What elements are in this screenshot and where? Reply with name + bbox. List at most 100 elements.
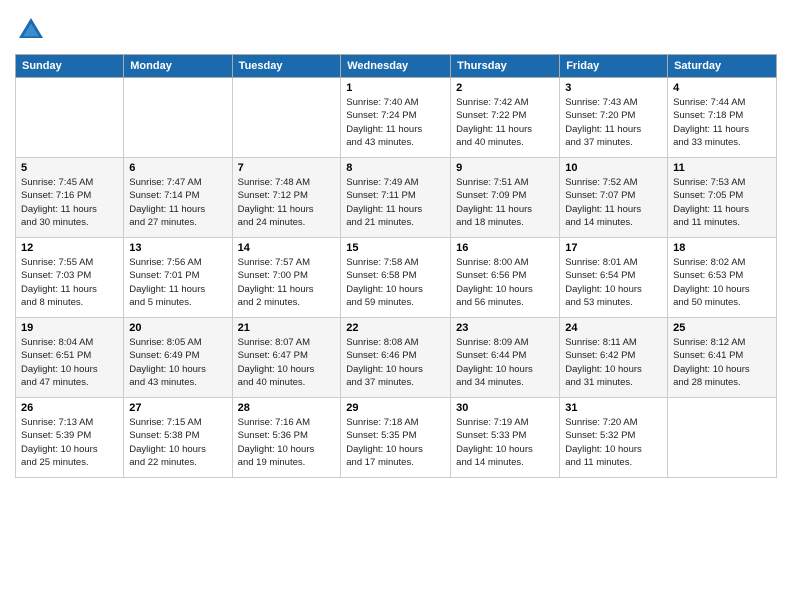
day-number: 28 [238, 402, 336, 414]
day-cell: 16 Sunrise: 8:00 AM Sunset: 6:56 PM Dayli… [451, 238, 560, 318]
day-number: 27 [129, 402, 226, 414]
day-number: 1 [346, 82, 445, 94]
weekday-header-tuesday: Tuesday [232, 55, 341, 78]
calendar-table: SundayMondayTuesdayWednesdayThursdayFrid… [15, 54, 777, 478]
day-info: Sunrise: 7:51 AM Sunset: 7:09 PM Dayligh… [456, 176, 554, 229]
day-number: 18 [673, 242, 771, 254]
day-cell [232, 78, 341, 158]
day-number: 5 [21, 162, 118, 174]
day-info: Sunrise: 7:20 AM Sunset: 5:32 PM Dayligh… [565, 416, 662, 469]
day-number: 3 [565, 82, 662, 94]
day-cell: 14 Sunrise: 7:57 AM Sunset: 7:00 PM Dayli… [232, 238, 341, 318]
day-info: Sunrise: 7:55 AM Sunset: 7:03 PM Dayligh… [21, 256, 118, 309]
day-cell: 5 Sunrise: 7:45 AM Sunset: 7:16 PM Daylig… [16, 158, 124, 238]
day-cell: 15 Sunrise: 7:58 AM Sunset: 6:58 PM Dayli… [341, 238, 451, 318]
day-cell: 20 Sunrise: 8:05 AM Sunset: 6:49 PM Dayli… [124, 318, 232, 398]
page-header [15, 10, 777, 46]
day-number: 12 [21, 242, 118, 254]
day-cell: 25Sunrise: 8:12 AM Sunset: 6:41 PM Dayli… [668, 318, 777, 398]
day-info: Sunrise: 8:05 AM Sunset: 6:49 PM Dayligh… [129, 336, 226, 389]
day-number: 16 [456, 242, 554, 254]
weekday-header-friday: Friday [560, 55, 668, 78]
day-cell: 31 Sunrise: 7:20 AM Sunset: 5:32 PM Dayli… [560, 398, 668, 478]
day-info: Sunrise: 8:07 AM Sunset: 6:47 PM Dayligh… [238, 336, 336, 389]
day-cell: 29Sunrise: 7:18 AM Sunset: 5:35 PM Dayli… [341, 398, 451, 478]
day-info: Sunrise: 7:57 AM Sunset: 7:00 PM Dayligh… [238, 256, 336, 309]
day-cell: 17 Sunrise: 8:01 AM Sunset: 6:54 PM Dayli… [560, 238, 668, 318]
day-info: Sunrise: 7:42 AM Sunset: 7:22 PM Dayligh… [456, 96, 554, 149]
day-cell: 28Sunrise: 7:16 AM Sunset: 5:36 PM Dayli… [232, 398, 341, 478]
day-info: Sunrise: 7:45 AM Sunset: 7:16 PM Dayligh… [21, 176, 118, 229]
day-cell [668, 398, 777, 478]
day-info: Sunrise: 7:48 AM Sunset: 7:12 PM Dayligh… [238, 176, 336, 229]
day-cell [124, 78, 232, 158]
day-number: 15 [346, 242, 445, 254]
logo [15, 14, 51, 46]
weekday-header-monday: Monday [124, 55, 232, 78]
day-number: 9 [456, 162, 554, 174]
day-number: 4 [673, 82, 771, 94]
day-cell: 19 Sunrise: 8:04 AM Sunset: 6:51 PM Dayli… [16, 318, 124, 398]
day-info: Sunrise: 8:08 AM Sunset: 6:46 PM Dayligh… [346, 336, 445, 389]
day-info: Sunrise: 7:49 AM Sunset: 7:11 PM Dayligh… [346, 176, 445, 229]
day-info: Sunrise: 7:44 AM Sunset: 7:18 PM Dayligh… [673, 96, 771, 149]
day-number: 30 [456, 402, 554, 414]
weekday-header-row: SundayMondayTuesdayWednesdayThursdayFrid… [16, 55, 777, 78]
day-cell: 26 Sunrise: 7:13 AM Sunset: 5:39 PM Dayli… [16, 398, 124, 478]
day-cell: 1Sunrise: 7:40 AM Sunset: 7:24 PM Daylig… [341, 78, 451, 158]
logo-icon [15, 14, 47, 46]
week-row-1: 1Sunrise: 7:40 AM Sunset: 7:24 PM Daylig… [16, 78, 777, 158]
day-number: 25 [673, 322, 771, 334]
day-info: Sunrise: 7:13 AM Sunset: 5:39 PM Dayligh… [21, 416, 118, 469]
day-number: 24 [565, 322, 662, 334]
day-cell: 21Sunrise: 8:07 AM Sunset: 6:47 PM Dayli… [232, 318, 341, 398]
day-number: 13 [129, 242, 226, 254]
day-cell: 24Sunrise: 8:11 AM Sunset: 6:42 PM Dayli… [560, 318, 668, 398]
day-cell: 10 Sunrise: 7:52 AM Sunset: 7:07 PM Dayli… [560, 158, 668, 238]
day-number: 10 [565, 162, 662, 174]
day-cell: 13 Sunrise: 7:56 AM Sunset: 7:01 PM Dayli… [124, 238, 232, 318]
day-info: Sunrise: 7:19 AM Sunset: 5:33 PM Dayligh… [456, 416, 554, 469]
day-info: Sunrise: 7:43 AM Sunset: 7:20 PM Dayligh… [565, 96, 662, 149]
week-row-2: 5 Sunrise: 7:45 AM Sunset: 7:16 PM Daylig… [16, 158, 777, 238]
day-cell: 4 Sunrise: 7:44 AM Sunset: 7:18 PM Daylig… [668, 78, 777, 158]
day-info: Sunrise: 8:09 AM Sunset: 6:44 PM Dayligh… [456, 336, 554, 389]
day-info: Sunrise: 7:15 AM Sunset: 5:38 PM Dayligh… [129, 416, 226, 469]
page-container: SundayMondayTuesdayWednesdayThursdayFrid… [0, 0, 792, 488]
day-number: 14 [238, 242, 336, 254]
day-number: 2 [456, 82, 554, 94]
day-cell: 18Sunrise: 8:02 AM Sunset: 6:53 PM Dayli… [668, 238, 777, 318]
day-cell: 27 Sunrise: 7:15 AM Sunset: 5:38 PM Dayli… [124, 398, 232, 478]
day-cell: 23 Sunrise: 8:09 AM Sunset: 6:44 PM Dayli… [451, 318, 560, 398]
week-row-4: 19 Sunrise: 8:04 AM Sunset: 6:51 PM Dayli… [16, 318, 777, 398]
day-info: Sunrise: 8:01 AM Sunset: 6:54 PM Dayligh… [565, 256, 662, 309]
day-number: 20 [129, 322, 226, 334]
day-cell: 11 Sunrise: 7:53 AM Sunset: 7:05 PM Dayli… [668, 158, 777, 238]
day-number: 6 [129, 162, 226, 174]
day-info: Sunrise: 7:58 AM Sunset: 6:58 PM Dayligh… [346, 256, 445, 309]
day-number: 11 [673, 162, 771, 174]
day-number: 23 [456, 322, 554, 334]
day-info: Sunrise: 7:53 AM Sunset: 7:05 PM Dayligh… [673, 176, 771, 229]
weekday-header-thursday: Thursday [451, 55, 560, 78]
day-info: Sunrise: 8:04 AM Sunset: 6:51 PM Dayligh… [21, 336, 118, 389]
day-info: Sunrise: 8:00 AM Sunset: 6:56 PM Dayligh… [456, 256, 554, 309]
day-number: 8 [346, 162, 445, 174]
day-info: Sunrise: 7:18 AM Sunset: 5:35 PM Dayligh… [346, 416, 445, 469]
weekday-header-saturday: Saturday [668, 55, 777, 78]
day-cell: 8 Sunrise: 7:49 AM Sunset: 7:11 PM Daylig… [341, 158, 451, 238]
day-number: 22 [346, 322, 445, 334]
day-number: 17 [565, 242, 662, 254]
day-number: 19 [21, 322, 118, 334]
day-info: Sunrise: 7:56 AM Sunset: 7:01 PM Dayligh… [129, 256, 226, 309]
day-cell: 22 Sunrise: 8:08 AM Sunset: 6:46 PM Dayli… [341, 318, 451, 398]
day-cell: 30 Sunrise: 7:19 AM Sunset: 5:33 PM Dayli… [451, 398, 560, 478]
day-number: 7 [238, 162, 336, 174]
day-number: 31 [565, 402, 662, 414]
day-number: 26 [21, 402, 118, 414]
day-cell: 12 Sunrise: 7:55 AM Sunset: 7:03 PM Dayli… [16, 238, 124, 318]
week-row-3: 12 Sunrise: 7:55 AM Sunset: 7:03 PM Dayli… [16, 238, 777, 318]
day-info: Sunrise: 7:47 AM Sunset: 7:14 PM Dayligh… [129, 176, 226, 229]
day-cell: 6 Sunrise: 7:47 AM Sunset: 7:14 PM Daylig… [124, 158, 232, 238]
day-info: Sunrise: 7:52 AM Sunset: 7:07 PM Dayligh… [565, 176, 662, 229]
